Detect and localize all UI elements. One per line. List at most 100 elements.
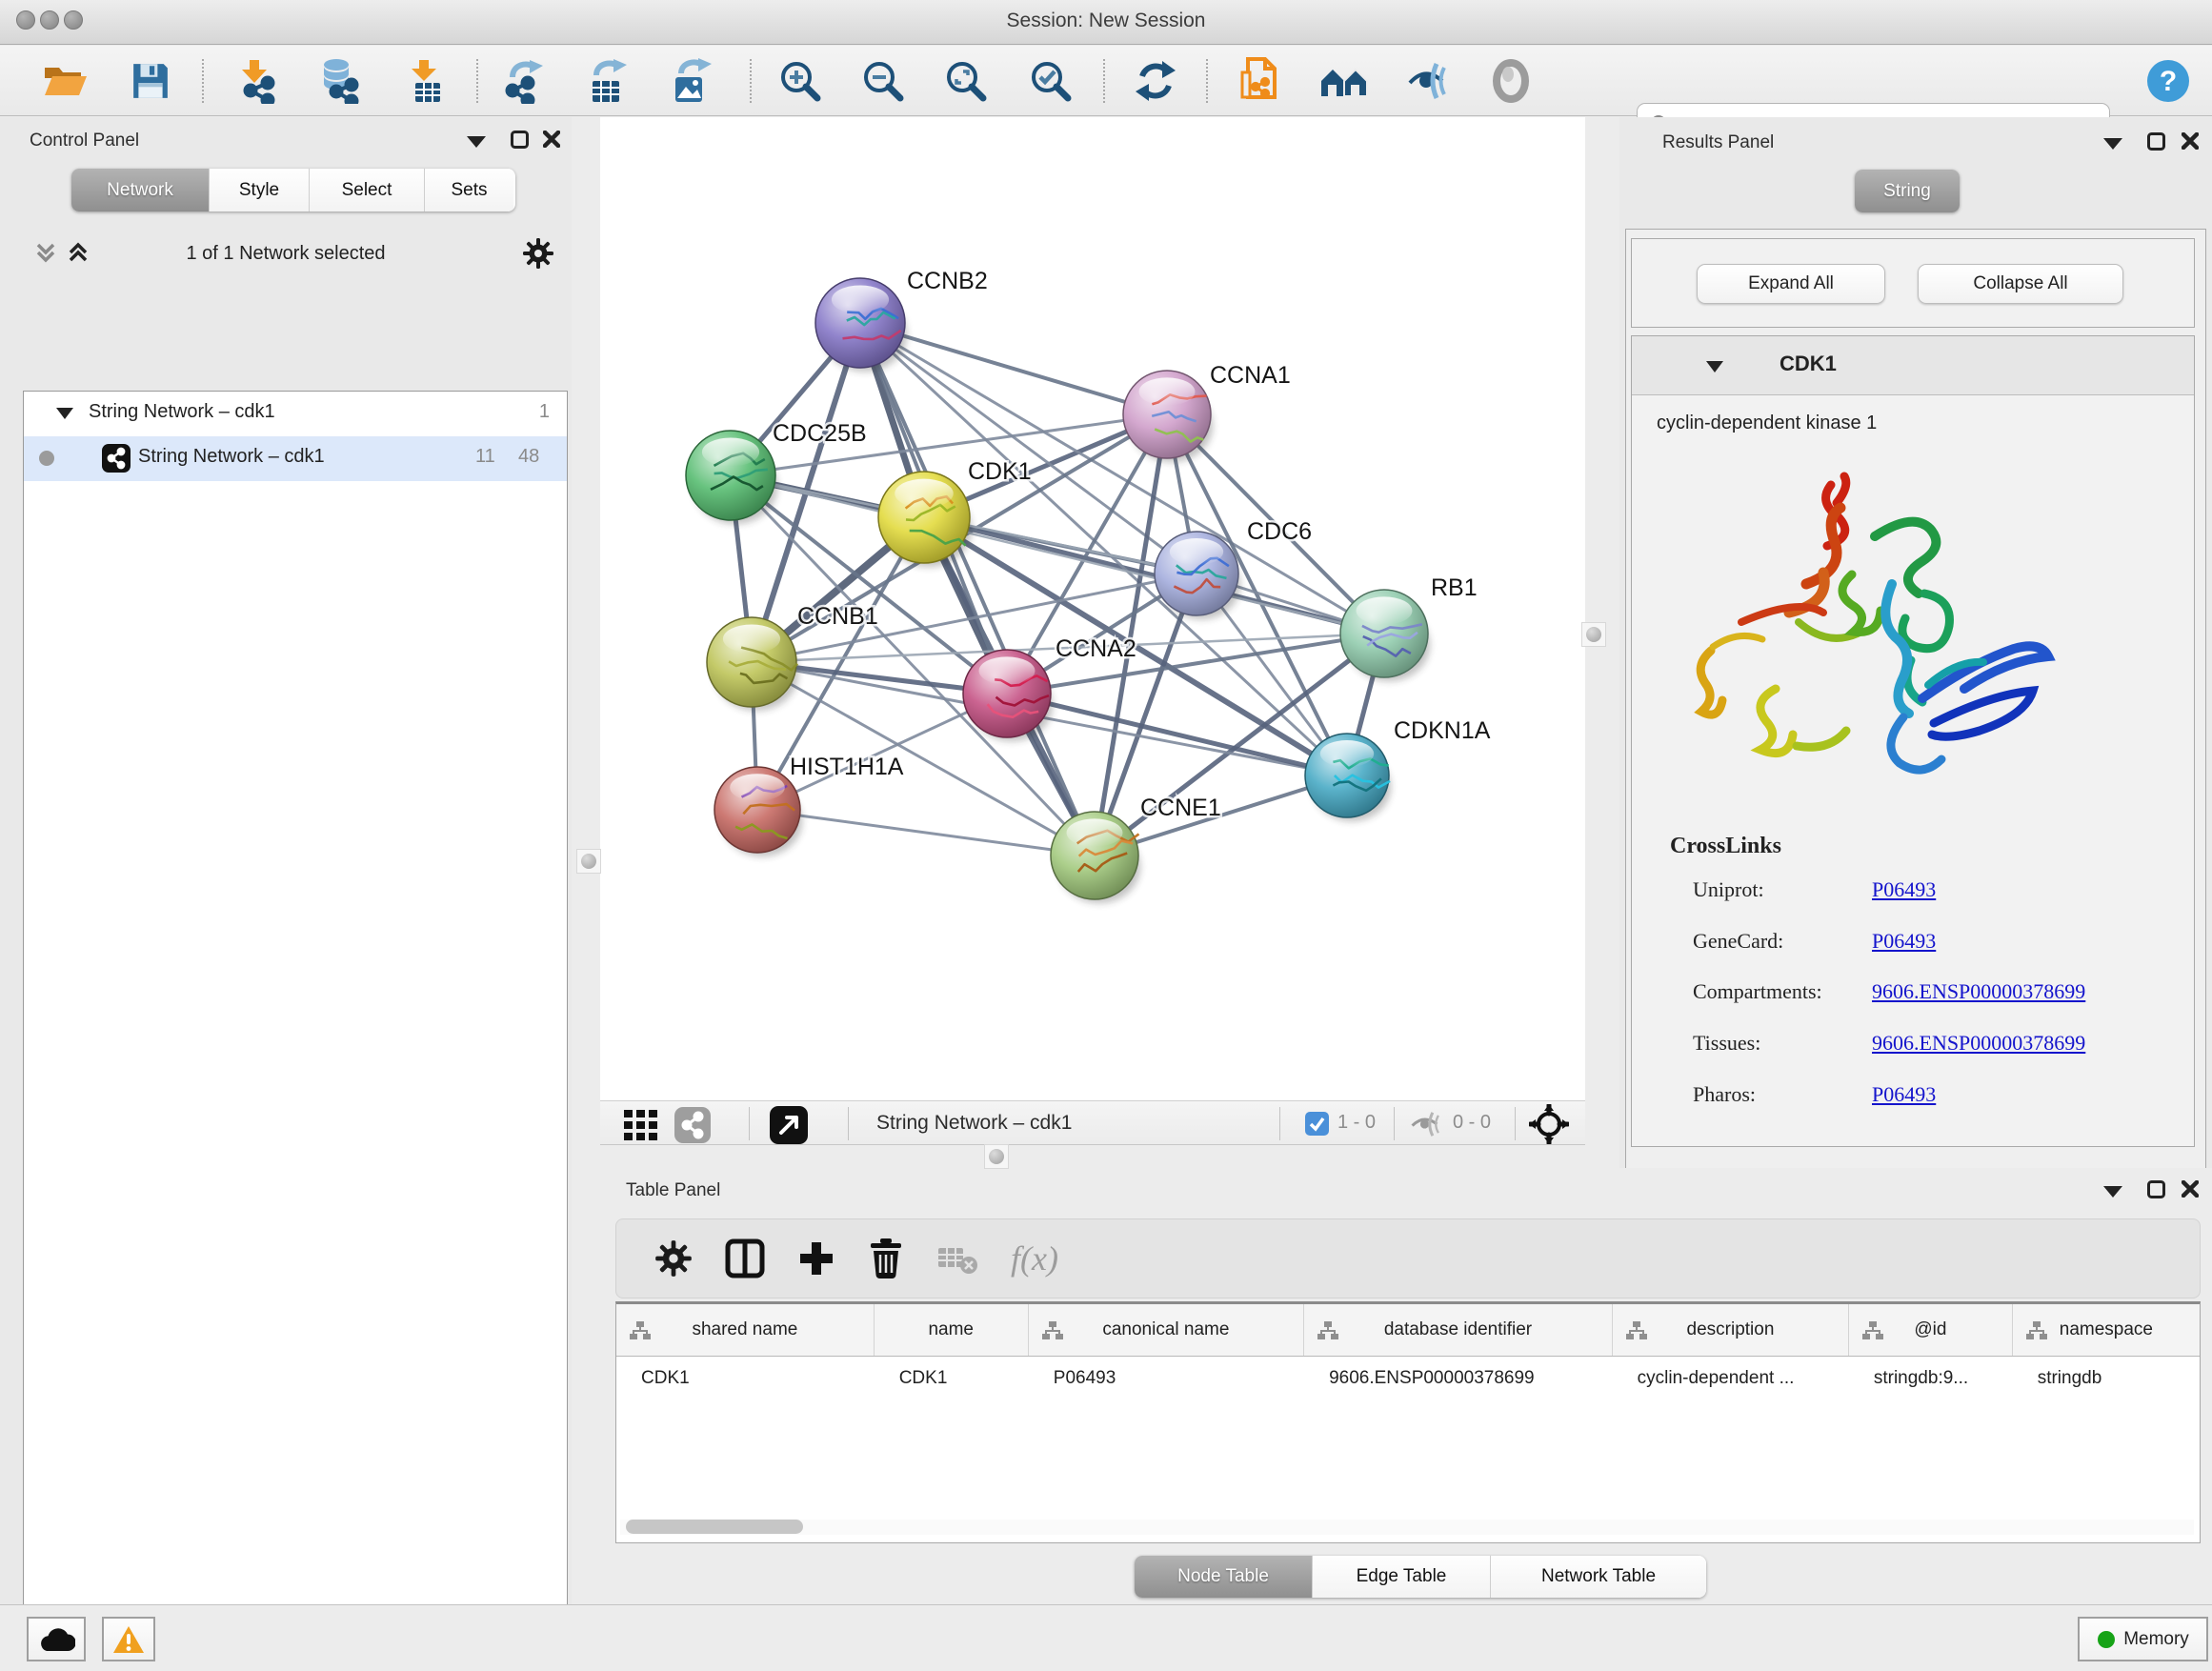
show-panels-button[interactable]	[1314, 52, 1375, 110]
column-header-name[interactable]: name	[875, 1304, 1029, 1356]
zoom-selected-button[interactable]	[1020, 52, 1081, 110]
protein-node-cdc6[interactable]	[1155, 532, 1238, 615]
panel-menu-icon[interactable]	[467, 136, 486, 148]
column-header-database-identifier[interactable]: database identifier	[1304, 1304, 1613, 1356]
show-columns-icon[interactable]	[725, 1238, 765, 1278]
string-document-icon	[1238, 57, 1280, 105]
open-session-button[interactable]	[34, 52, 95, 110]
memory-button[interactable]: Memory	[2078, 1617, 2208, 1661]
help-button[interactable]: ?	[2138, 52, 2199, 110]
horizontal-splitter-handle[interactable]	[984, 1144, 1009, 1169]
tab-node-table[interactable]: Node Table	[1135, 1556, 1313, 1598]
column-header-description[interactable]: description	[1613, 1304, 1849, 1356]
warning-triangle-icon	[112, 1625, 145, 1654]
tab-edge-table[interactable]: Edge Table	[1313, 1556, 1491, 1598]
zoom-fit-button[interactable]	[935, 52, 996, 110]
expand-all-networks-icon[interactable]	[67, 241, 90, 266]
network-canvas[interactable]: CCNB2CCNA1CDC25BCDK1CDC6RB1CCNB1CCNA2CDK…	[600, 117, 1585, 1100]
zoom-in-button[interactable]	[770, 52, 831, 110]
crosslink-compartments-link[interactable]: 9606.ENSP00000378699	[1872, 979, 2085, 1004]
float-panel-icon[interactable]	[2147, 132, 2165, 151]
save-session-button[interactable]	[120, 52, 181, 110]
cell-database-identifier: 9606.ENSP00000378699	[1304, 1368, 1613, 1389]
protein-node-hist1h1a[interactable]	[714, 767, 800, 853]
tab-string[interactable]: String	[1855, 170, 1960, 212]
protein-node-cdk1[interactable]	[878, 472, 970, 563]
crosslink-pharos-link[interactable]: P06493	[1872, 1082, 1936, 1107]
left-splitter-handle[interactable]	[576, 849, 601, 874]
scrollbar-thumb[interactable]	[626, 1520, 803, 1534]
column-header-namespace[interactable]: namespace	[2013, 1304, 2200, 1356]
cloud-status-button[interactable]	[27, 1617, 86, 1661]
separator	[848, 1107, 849, 1140]
network-row[interactable]: String Network – cdk1 11 48	[24, 436, 567, 481]
close-panel-icon[interactable]	[2182, 1180, 2199, 1198]
tab-network-table[interactable]: Network Table	[1491, 1556, 1706, 1598]
panel-menu-icon[interactable]	[2103, 1186, 2122, 1198]
import-network-database-button[interactable]	[308, 52, 369, 110]
delete-column-trash-icon[interactable]	[868, 1238, 904, 1278]
warnings-button[interactable]	[102, 1617, 155, 1661]
protein-node-ccna1[interactable]	[1123, 371, 1211, 458]
network-graph[interactable]: CCNB2CCNA1CDC25BCDK1CDC6RB1CCNB1CCNA2CDK…	[600, 117, 1585, 1100]
protein-node-ccne1[interactable]	[1051, 812, 1139, 899]
protein-node-ccna2[interactable]	[963, 650, 1051, 737]
network-list-icon[interactable]	[674, 1107, 711, 1143]
protein-node-rb1[interactable]	[1340, 590, 1428, 677]
right-splitter-handle[interactable]	[1581, 622, 1606, 647]
gene-section-header[interactable]: CDK1	[1632, 336, 2194, 395]
tab-style[interactable]: Style	[210, 169, 310, 211]
panel-menu-icon[interactable]	[2103, 138, 2122, 150]
export-table-button[interactable]	[576, 52, 637, 110]
network-selection-status: 1 of 1 Network selected	[114, 243, 457, 265]
export-image-button[interactable]	[659, 52, 720, 110]
import-table-file-button[interactable]	[395, 52, 456, 110]
column-header-canonical-name[interactable]: canonical name	[1029, 1304, 1304, 1356]
protein-node-cdc25b[interactable]	[686, 431, 775, 520]
tab-network[interactable]: Network	[71, 169, 210, 211]
node-table[interactable]: shared name name canonical name database…	[615, 1301, 2201, 1543]
close-panel-icon[interactable]	[2182, 132, 2199, 150]
protein-node-ccnb2[interactable]	[815, 278, 905, 368]
fit-selected-crosshair-icon[interactable]	[1529, 1104, 1569, 1144]
column-header-shared-name[interactable]: shared name	[616, 1304, 875, 1356]
collapse-all-button[interactable]: Collapse All	[1918, 264, 2123, 304]
refresh-layout-button[interactable]	[1125, 52, 1186, 110]
float-panel-icon[interactable]	[2147, 1180, 2165, 1198]
expand-all-button[interactable]: Expand All	[1697, 264, 1885, 304]
protein-node-ccnb1[interactable]	[707, 617, 797, 707]
string-import-button[interactable]	[1229, 52, 1290, 110]
protein-node-cdkn1a[interactable]	[1305, 734, 1390, 817]
birds-eye-view-icon[interactable]	[770, 1106, 808, 1144]
crosslink-uniprot-link[interactable]: P06493	[1872, 877, 1936, 902]
grid-view-icon[interactable]	[624, 1110, 658, 1140]
network-options-gear-icon[interactable]	[522, 237, 554, 270]
import-network-file-button[interactable]	[225, 52, 286, 110]
collapse-all-networks-icon[interactable]	[34, 241, 57, 266]
toggle-view-button[interactable]	[1480, 52, 1541, 110]
zoom-out-button[interactable]	[853, 52, 914, 110]
tab-sets[interactable]: Sets	[425, 169, 513, 211]
network-collection-row[interactable]: String Network – cdk1 1	[24, 392, 567, 436]
hide-panels-button[interactable]	[1398, 52, 1458, 110]
create-column-plus-icon[interactable]	[797, 1239, 835, 1278]
column-header-id[interactable]: @id	[1849, 1304, 2013, 1356]
close-panel-icon[interactable]	[543, 131, 560, 148]
crosslink-genecard-link[interactable]: P06493	[1872, 929, 1936, 954]
results-panel: Results Panel String Expand All Collapse…	[1619, 117, 2212, 1168]
collapse-triangle-icon[interactable]	[56, 408, 73, 419]
table-row[interactable]: CDK1 CDK1 P06493 9606.ENSP00000378699 cy…	[616, 1357, 2200, 1400]
control-panel-tabs: Network Style Select Sets	[71, 169, 515, 211]
horizontal-scrollbar[interactable]	[620, 1520, 2194, 1535]
eye-slash-icon	[1404, 60, 1452, 102]
export-network-button[interactable]	[493, 52, 553, 110]
selected-checkbox-icon[interactable]	[1305, 1112, 1329, 1136]
save-floppy-icon	[131, 61, 171, 101]
table-options-gear-icon[interactable]	[654, 1239, 693, 1278]
memory-status-icon	[2097, 1630, 2116, 1649]
float-panel-icon[interactable]	[511, 131, 529, 149]
zoom-selected-icon	[1028, 58, 1074, 104]
crosslink-tissues-link[interactable]: 9606.ENSP00000378699	[1872, 1031, 2085, 1056]
section-collapse-icon[interactable]	[1706, 361, 1723, 372]
tab-select[interactable]: Select	[310, 169, 425, 211]
